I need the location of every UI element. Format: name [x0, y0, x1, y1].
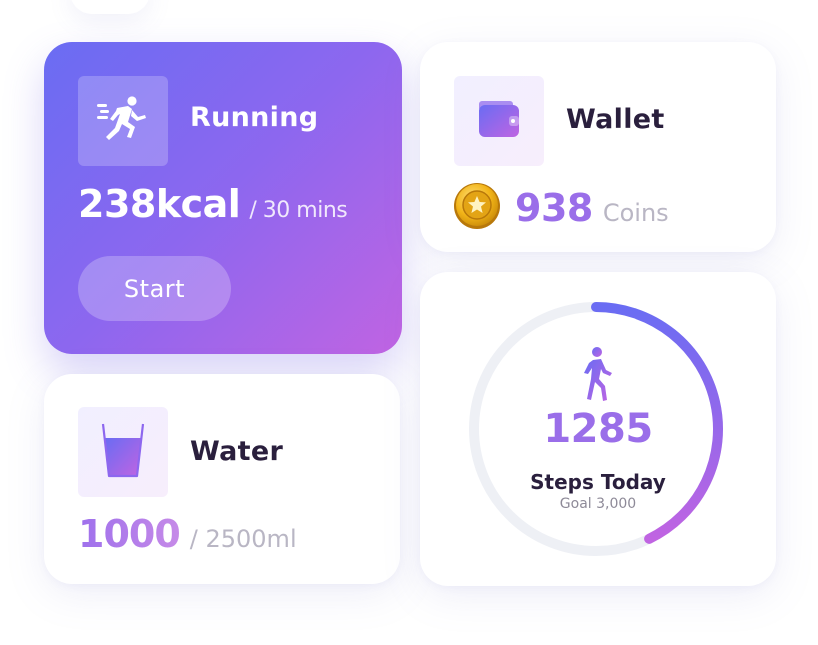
running-card[interactable]: Running 238kcal / 30 mins Start	[44, 42, 402, 354]
steps-goal: Goal 3,000	[559, 496, 637, 512]
running-icon-box	[78, 76, 168, 166]
water-stats: 1000 / 2500ml	[78, 512, 297, 556]
water-amount: 1000	[78, 512, 181, 556]
steps-count: 1285	[543, 406, 653, 452]
running-person-icon	[97, 96, 149, 146]
wallet-unit: Coins	[602, 199, 669, 227]
running-duration: / 30 mins	[249, 198, 348, 223]
start-button[interactable]: Start	[78, 256, 231, 321]
wallet-icon-box	[454, 76, 544, 166]
walking-person-icon	[578, 346, 614, 406]
running-stats: 238kcal / 30 mins	[78, 182, 348, 226]
steps-label: Steps Today	[530, 470, 666, 494]
gold-coin-icon	[453, 182, 501, 234]
running-title: Running	[190, 102, 319, 133]
wallet-icon	[477, 99, 521, 143]
wallet-card[interactable]: Wallet 938 Coins	[420, 42, 776, 252]
water-icon-box	[78, 407, 168, 497]
background-card-edge	[70, 0, 150, 14]
wallet-title: Wallet	[566, 104, 665, 135]
wallet-amount: 938	[515, 186, 593, 230]
water-goal: / 2500ml	[189, 525, 297, 553]
water-glass-icon	[101, 422, 145, 482]
water-title: Water	[190, 436, 284, 467]
running-calories: 238kcal	[78, 182, 241, 226]
wallet-balance: 938 Coins	[453, 182, 669, 234]
steps-card[interactable]: 1285 Steps Today Goal 3,000	[420, 272, 776, 586]
water-card[interactable]: Water 1000 / 2500ml	[44, 374, 400, 584]
